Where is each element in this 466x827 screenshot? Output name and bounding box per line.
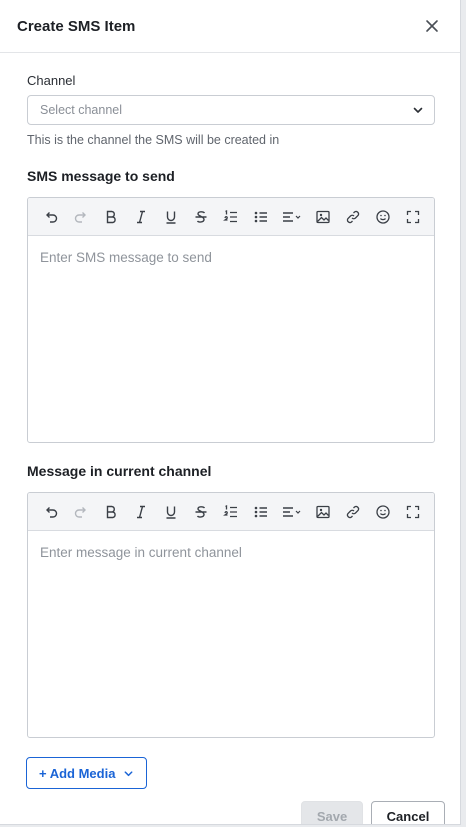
italic-icon xyxy=(137,505,145,518)
editor-toolbar xyxy=(28,198,434,236)
bold-button[interactable] xyxy=(96,497,126,527)
channel-select[interactable]: Select channel xyxy=(27,95,435,125)
link-button[interactable] xyxy=(338,497,368,527)
image-icon xyxy=(316,210,330,223)
bullet-list-button[interactable] xyxy=(246,202,276,232)
cancel-button[interactable]: Cancel xyxy=(371,801,445,824)
chevron-down-icon xyxy=(125,770,133,776)
channel-select-placeholder: Select channel xyxy=(40,103,123,117)
fullscreen-button[interactable] xyxy=(398,497,428,527)
close-icon xyxy=(426,20,438,32)
undo-button[interactable] xyxy=(36,202,66,232)
image-icon xyxy=(316,505,330,518)
align-icon xyxy=(283,506,301,517)
modal-body: Channel Select channel This is the chann… xyxy=(0,73,460,738)
add-media-button[interactable]: + Add Media xyxy=(26,757,148,789)
image-button[interactable] xyxy=(308,497,338,527)
modal-header: Create SMS Item xyxy=(0,0,460,53)
editor-toolbar xyxy=(28,493,434,531)
fullscreen-button[interactable] xyxy=(398,202,428,232)
channel-helper-text: This is the channel the SMS will be crea… xyxy=(27,133,280,147)
chevron-down-icon xyxy=(413,107,423,113)
link-button[interactable] xyxy=(338,202,368,232)
sms-message-placeholder: Enter SMS message to send xyxy=(40,250,212,265)
sms-message-editor: Enter SMS message to send xyxy=(27,197,435,443)
link-icon xyxy=(346,505,360,518)
current-channel-message-label: Message in current channel xyxy=(27,463,212,479)
redo-button[interactable] xyxy=(66,497,96,527)
undo-button[interactable] xyxy=(36,497,66,527)
italic-button[interactable] xyxy=(126,202,156,232)
bullet-list-button[interactable] xyxy=(246,497,276,527)
undo-icon xyxy=(46,211,58,223)
align-icon xyxy=(283,211,301,222)
bold-icon xyxy=(106,210,116,223)
redo-button[interactable] xyxy=(66,202,96,232)
sms-message-label: SMS message to send xyxy=(27,168,175,184)
modal-title: Create SMS Item xyxy=(17,17,136,35)
fullscreen-icon xyxy=(406,505,420,518)
italic-icon xyxy=(137,210,145,223)
save-button[interactable]: Save xyxy=(301,801,363,824)
fullscreen-icon xyxy=(406,210,420,223)
italic-button[interactable] xyxy=(126,497,156,527)
current-channel-message-placeholder: Enter message in current channel xyxy=(40,545,242,560)
strikethrough-icon xyxy=(195,210,207,223)
align-dropdown-button[interactable] xyxy=(276,202,308,232)
link-icon xyxy=(346,210,360,223)
ordered-list-button[interactable] xyxy=(216,497,246,527)
underline-icon xyxy=(166,506,176,519)
ordered-list-button[interactable] xyxy=(216,202,246,232)
emoji-button[interactable] xyxy=(368,202,398,232)
strikethrough-button[interactable] xyxy=(186,202,216,232)
redo-icon xyxy=(74,211,86,223)
create-sms-modal: Create SMS Item Channel Select channel T… xyxy=(0,0,461,825)
bullet-list-icon xyxy=(254,211,267,222)
image-button[interactable] xyxy=(308,202,338,232)
redo-icon xyxy=(74,506,86,518)
bold-button[interactable] xyxy=(96,202,126,232)
emoji-icon xyxy=(376,504,390,519)
underline-button[interactable] xyxy=(156,202,186,232)
close-button[interactable] xyxy=(422,16,442,36)
channel-label: Channel xyxy=(27,73,76,88)
ordered-list-icon xyxy=(223,209,237,222)
current-channel-message-editor: Enter message in current channel xyxy=(27,492,435,738)
sms-message-input[interactable]: Enter SMS message to send xyxy=(28,236,434,442)
undo-icon xyxy=(46,506,58,518)
current-channel-message-input[interactable]: Enter message in current channel xyxy=(28,531,434,737)
underline-icon xyxy=(166,211,176,224)
emoji-button[interactable] xyxy=(368,497,398,527)
bold-icon xyxy=(106,505,116,518)
add-media-label: + Add Media xyxy=(39,765,116,781)
strikethrough-button[interactable] xyxy=(186,497,216,527)
ordered-list-icon xyxy=(223,504,237,517)
strikethrough-icon xyxy=(195,505,207,518)
emoji-icon xyxy=(376,209,390,224)
underline-button[interactable] xyxy=(156,497,186,527)
bullet-list-icon xyxy=(254,506,267,517)
align-dropdown-button[interactable] xyxy=(276,497,308,527)
